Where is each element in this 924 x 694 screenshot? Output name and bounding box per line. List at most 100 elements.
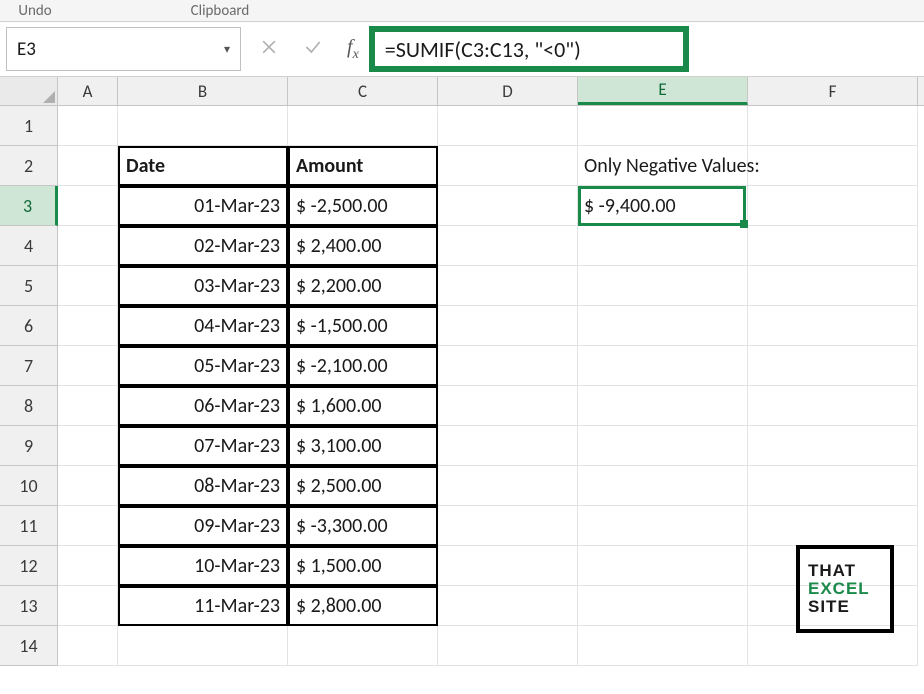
row-header-14[interactable]: 14 xyxy=(0,626,58,666)
cell-A4[interactable] xyxy=(58,226,118,266)
cell-A6[interactable] xyxy=(58,306,118,346)
cell-D6[interactable] xyxy=(438,306,578,346)
cell-A2[interactable] xyxy=(58,146,118,186)
row-header-12[interactable]: 12 xyxy=(0,546,58,586)
cell-E11[interactable] xyxy=(578,506,748,546)
cell-B5[interactable]: 03-Mar-23 xyxy=(118,266,288,306)
cell-E5[interactable] xyxy=(578,266,748,306)
cell-D2[interactable] xyxy=(438,146,578,186)
cell-F7[interactable] xyxy=(748,346,918,386)
cell-B6[interactable]: 04-Mar-23 xyxy=(118,306,288,346)
cell-B7[interactable]: 05-Mar-23 xyxy=(118,346,288,386)
cell-A7[interactable] xyxy=(58,346,118,386)
cell-C1[interactable] xyxy=(288,106,438,146)
cell-B12[interactable]: 10-Mar-23 xyxy=(118,546,288,586)
cancel-icon[interactable] xyxy=(259,36,279,63)
cell-D14[interactable] xyxy=(438,626,578,666)
cell-E13[interactable] xyxy=(578,586,748,626)
cell-F11[interactable] xyxy=(748,506,918,546)
cell-C14[interactable] xyxy=(288,626,438,666)
cell-A1[interactable] xyxy=(58,106,118,146)
cell-C10[interactable]: $ 2,500.00 xyxy=(288,466,438,506)
cell-A14[interactable] xyxy=(58,626,118,666)
cell-E3[interactable]: $ -9,400.00 xyxy=(578,186,748,226)
col-header-D[interactable]: D xyxy=(438,77,578,105)
cell-F9[interactable] xyxy=(748,426,918,466)
row-header-11[interactable]: 11 xyxy=(0,506,58,546)
cell-C5[interactable]: $ 2,200.00 xyxy=(288,266,438,306)
row-header-9[interactable]: 9 xyxy=(0,426,58,466)
row-header-2[interactable]: 2 xyxy=(0,146,58,186)
col-header-E[interactable]: E xyxy=(578,77,748,105)
cell-D8[interactable] xyxy=(438,386,578,426)
cell-F3[interactable] xyxy=(748,186,918,226)
row-header-8[interactable]: 8 xyxy=(0,386,58,426)
cell-A9[interactable] xyxy=(58,426,118,466)
cell-C6[interactable]: $ -1,500.00 xyxy=(288,306,438,346)
cell-E12[interactable] xyxy=(578,546,748,586)
col-header-B[interactable]: B xyxy=(118,77,288,105)
cell-B2[interactable]: Date xyxy=(118,146,288,186)
row-header-4[interactable]: 4 xyxy=(0,226,58,266)
cell-C3[interactable]: $ -2,500.00 xyxy=(288,186,438,226)
row-header-7[interactable]: 7 xyxy=(0,346,58,386)
col-header-F[interactable]: F xyxy=(748,77,918,105)
cell-C2[interactable]: Amount xyxy=(288,146,438,186)
cell-D5[interactable] xyxy=(438,266,578,306)
cell-E14[interactable] xyxy=(578,626,748,666)
row-header-10[interactable]: 10 xyxy=(0,466,58,506)
cell-F8[interactable] xyxy=(748,386,918,426)
cell-B13[interactable]: 11-Mar-23 xyxy=(118,586,288,626)
cell-B9[interactable]: 07-Mar-23 xyxy=(118,426,288,466)
cell-C8[interactable]: $ 1,600.00 xyxy=(288,386,438,426)
formula-input[interactable]: =SUMIF(C3:C13, "<0") xyxy=(369,26,689,72)
cell-F2[interactable] xyxy=(748,146,918,186)
cell-F4[interactable] xyxy=(748,226,918,266)
cell-B3[interactable]: 01-Mar-23 xyxy=(118,186,288,226)
cell-D4[interactable] xyxy=(438,226,578,266)
cell-D1[interactable] xyxy=(438,106,578,146)
cell-D13[interactable] xyxy=(438,586,578,626)
cell-B11[interactable]: 09-Mar-23 xyxy=(118,506,288,546)
cell-E2[interactable]: Only Negative Values: xyxy=(578,146,748,186)
select-all-button[interactable] xyxy=(0,77,58,105)
cell-C12[interactable]: $ 1,500.00 xyxy=(288,546,438,586)
cell-F6[interactable] xyxy=(748,306,918,346)
cell-C7[interactable]: $ -2,100.00 xyxy=(288,346,438,386)
cell-B14[interactable] xyxy=(118,626,288,666)
cell-A10[interactable] xyxy=(58,466,118,506)
name-box[interactable]: E3 ▾ xyxy=(6,27,241,71)
cell-B1[interactable] xyxy=(118,106,288,146)
enter-icon[interactable] xyxy=(303,36,323,63)
cell-D11[interactable] xyxy=(438,506,578,546)
row-header-13[interactable]: 13 xyxy=(0,586,58,626)
cell-B8[interactable]: 06-Mar-23 xyxy=(118,386,288,426)
cell-B4[interactable]: 02-Mar-23 xyxy=(118,226,288,266)
cell-D10[interactable] xyxy=(438,466,578,506)
cell-E1[interactable] xyxy=(578,106,748,146)
cell-D12[interactable] xyxy=(438,546,578,586)
cell-E10[interactable] xyxy=(578,466,748,506)
cell-C9[interactable]: $ 3,100.00 xyxy=(288,426,438,466)
cell-D9[interactable] xyxy=(438,426,578,466)
cell-E7[interactable] xyxy=(578,346,748,386)
cell-A11[interactable] xyxy=(58,506,118,546)
cell-A8[interactable] xyxy=(58,386,118,426)
cell-A3[interactable] xyxy=(58,186,118,226)
cell-E9[interactable] xyxy=(578,426,748,466)
cell-A5[interactable] xyxy=(58,266,118,306)
cell-D7[interactable] xyxy=(438,346,578,386)
col-header-A[interactable]: A xyxy=(58,77,118,105)
row-header-6[interactable]: 6 xyxy=(0,306,58,346)
cell-F10[interactable] xyxy=(748,466,918,506)
chevron-down-icon[interactable]: ▾ xyxy=(224,42,230,57)
cell-A12[interactable] xyxy=(58,546,118,586)
cell-F5[interactable] xyxy=(748,266,918,306)
row-header-3[interactable]: 3 xyxy=(0,186,58,226)
cell-B10[interactable]: 08-Mar-23 xyxy=(118,466,288,506)
cell-C4[interactable]: $ 2,400.00 xyxy=(288,226,438,266)
row-header-5[interactable]: 5 xyxy=(0,266,58,306)
cell-E8[interactable] xyxy=(578,386,748,426)
cell-E4[interactable] xyxy=(578,226,748,266)
col-header-C[interactable]: C xyxy=(288,77,438,105)
